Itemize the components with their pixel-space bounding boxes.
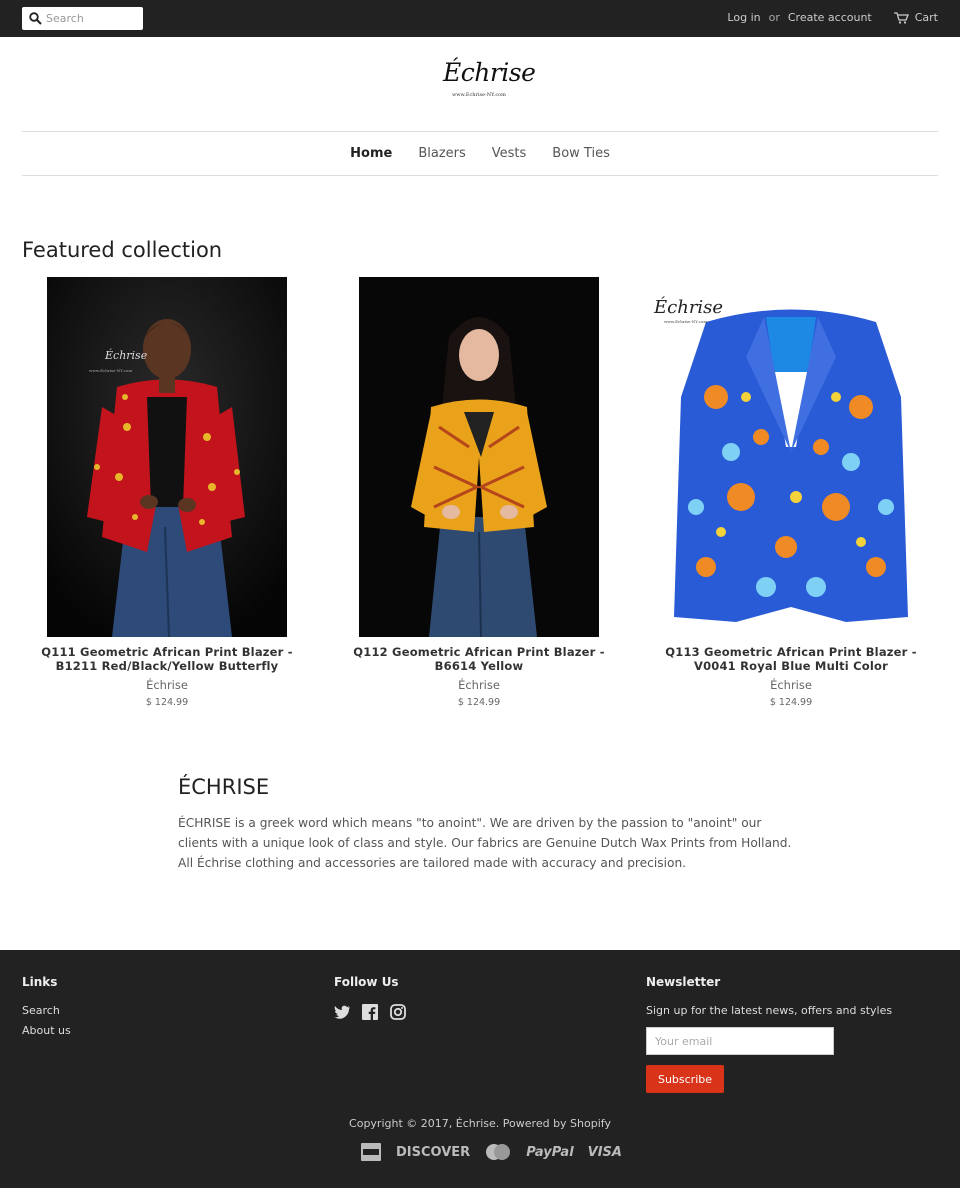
- footer-link-search[interactable]: Search: [22, 1004, 60, 1017]
- footer-newsletter-title: Newsletter: [646, 975, 721, 989]
- product-image-3[interactable]: Échrise www.Echrise-NY.com: [646, 277, 936, 637]
- nav-home[interactable]: Home: [350, 146, 392, 161]
- product-card-1[interactable]: Échrise www.Echrise-NY.com Q111 Geometri…: [22, 277, 312, 708]
- site-footer: Links Search About us Follow Us Newslett…: [0, 950, 960, 1188]
- logo-url: www.Echrise-NY.com: [452, 92, 506, 98]
- newsletter-text: Sign up for the latest news, offers and …: [646, 1004, 893, 1017]
- product-card-2[interactable]: Q112 Geometric African Print Blazer - B6…: [334, 277, 624, 708]
- about-text: ÉCHRISE is a greek word which means "to …: [178, 813, 798, 873]
- payment-icons: DISCOVER PayPal VISA: [360, 1142, 636, 1162]
- mastercard-icon: [484, 1143, 512, 1161]
- product-image-2[interactable]: [359, 277, 599, 637]
- svg-text:Échrise: Échrise: [653, 295, 723, 318]
- svg-text:Échrise: Échrise: [104, 348, 148, 362]
- product-title-1[interactable]: Q111 Geometric African Print Blazer - B1…: [22, 645, 312, 673]
- product-image-1[interactable]: Échrise www.Echrise-NY.com: [47, 277, 287, 637]
- visa-icon: VISA: [587, 1144, 622, 1160]
- product-price-3: $ 124.99: [769, 697, 813, 708]
- footer-links-title: Links: [22, 975, 58, 989]
- nav-vests[interactable]: Vests: [492, 146, 527, 161]
- subscribe-button[interactable]: Subscribe: [646, 1065, 724, 1093]
- svg-text:www.Echrise-NY.com: www.Echrise-NY.com: [664, 319, 707, 324]
- product-price-2: $ 124.99: [457, 697, 501, 708]
- product-vendor-2: Échrise: [458, 678, 500, 692]
- about-title: ÉCHRISE: [178, 775, 270, 799]
- instagram-icon[interactable]: [390, 1004, 406, 1024]
- facebook-icon[interactable]: [362, 1004, 378, 1024]
- site-logo[interactable]: Échrise www.Echrise-NY.com: [430, 56, 536, 106]
- cart-icon: [893, 11, 909, 24]
- cart-link[interactable]: Cart: [893, 11, 938, 24]
- footer-link-about[interactable]: About us: [22, 1024, 71, 1037]
- footer-follow-title: Follow Us: [334, 975, 399, 989]
- login-link[interactable]: Log in: [727, 11, 760, 24]
- nav-blazers[interactable]: Blazers: [418, 146, 465, 161]
- about-line-2: All Échrise clothing and accessories are…: [178, 856, 687, 870]
- featured-title: Featured collection: [22, 238, 223, 262]
- copyright: Copyright © 2017, Échrise. Powered by Sh…: [349, 1117, 611, 1130]
- newsletter-email-input[interactable]: [646, 1027, 834, 1055]
- product-title-3[interactable]: Q113 Geometric African Print Blazer - V0…: [646, 645, 936, 673]
- svg-text:www.Echrise-NY.com: www.Echrise-NY.com: [89, 368, 132, 373]
- account-links: Log in or Create account Cart: [727, 11, 938, 24]
- search-icon[interactable]: [29, 12, 42, 25]
- logo-script: Échrise: [443, 58, 536, 87]
- product-card-3[interactable]: Échrise www.Echrise-NY.com Q113 Geometri…: [646, 277, 936, 708]
- search-input[interactable]: [46, 9, 138, 28]
- paypal-icon: PayPal: [526, 1144, 574, 1160]
- search-box[interactable]: [22, 7, 143, 30]
- product-vendor-1: Échrise: [146, 678, 188, 692]
- product-vendor-3: Échrise: [770, 678, 812, 692]
- top-bar: Log in or Create account Cart: [0, 0, 960, 37]
- cart-label: Cart: [914, 11, 938, 24]
- create-account-link[interactable]: Create account: [788, 11, 872, 24]
- nav-bow-ties[interactable]: Bow Ties: [552, 146, 610, 161]
- discover-icon: DISCOVER: [396, 1144, 471, 1160]
- amex-icon: [360, 1142, 382, 1162]
- main-nav: Home Blazers Vests Bow Ties: [22, 131, 938, 176]
- social-links: [334, 1004, 418, 1024]
- about-line-1: ÉCHRISE is a greek word which means "to …: [178, 816, 792, 850]
- twitter-icon[interactable]: [334, 1004, 350, 1024]
- product-price-1: $ 124.99: [145, 697, 189, 708]
- or-text: or: [768, 11, 780, 24]
- product-title-2[interactable]: Q112 Geometric African Print Blazer - B6…: [334, 645, 624, 673]
